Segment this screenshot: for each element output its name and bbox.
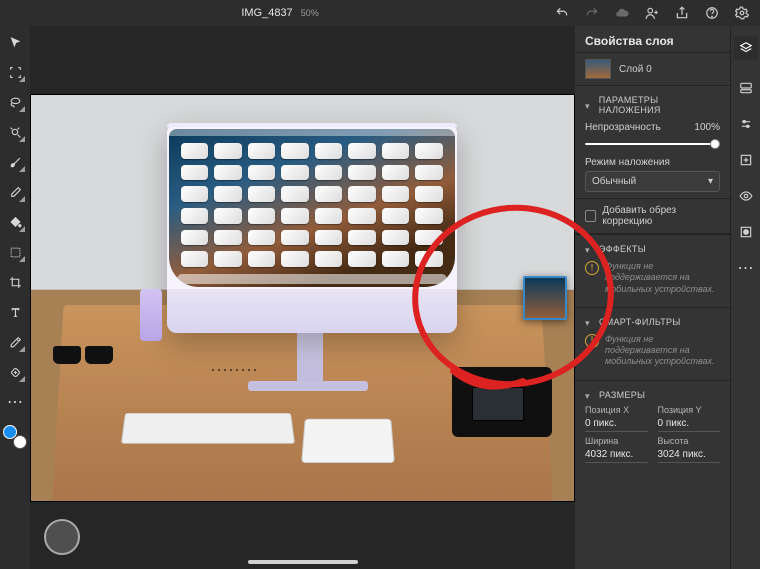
opacity-label: Непрозрачность bbox=[585, 122, 661, 133]
section-smart-header[interactable]: СМАРТ-ФИЛЬТРЫ bbox=[585, 314, 720, 330]
main-row: ⋯ bbox=[0, 26, 760, 569]
section-effects-header[interactable]: ЭФФЕКТЫ bbox=[585, 241, 720, 257]
blend-mode-select[interactable]: Обычный ▾ bbox=[585, 171, 720, 192]
document-zoom[interactable]: 50% bbox=[301, 8, 319, 18]
right-icon-strip: ⋯ bbox=[730, 26, 760, 569]
color-swatch[interactable] bbox=[6, 428, 24, 446]
type-tool[interactable] bbox=[7, 304, 23, 320]
opacity-value: 100% bbox=[694, 122, 720, 133]
chevron-down-icon bbox=[585, 101, 593, 109]
adjustments-icon[interactable] bbox=[738, 116, 754, 132]
help-icon[interactable] bbox=[702, 3, 722, 23]
eraser-tool[interactable] bbox=[7, 184, 23, 200]
layers-icon[interactable] bbox=[734, 36, 758, 60]
layer-properties-panel: Свойства слоя Слой 0 ПАРАМЕТРЫ НАЛОЖЕНИЯ… bbox=[575, 26, 730, 569]
warning-icon: ! bbox=[585, 261, 599, 275]
more-tools[interactable]: ⋯ bbox=[7, 394, 23, 410]
active-layer-row[interactable]: Слой 0 bbox=[575, 53, 730, 85]
spot-heal-tool[interactable] bbox=[7, 364, 23, 380]
opacity-row: Непрозрачность 100% bbox=[585, 122, 720, 133]
document-title: IMG_4837 bbox=[241, 7, 292, 19]
opacity-slider[interactable] bbox=[585, 137, 720, 151]
document-title-group: IMG_4837 50% bbox=[241, 7, 318, 19]
layer-thumbnail bbox=[585, 59, 611, 79]
undo-icon[interactable] bbox=[552, 3, 572, 23]
home-indicator[interactable] bbox=[248, 560, 358, 564]
tools-strip: ⋯ bbox=[0, 26, 30, 569]
clone-tool[interactable] bbox=[7, 244, 23, 260]
document-canvas[interactable] bbox=[30, 94, 575, 502]
visibility-icon[interactable] bbox=[738, 188, 754, 204]
settings-icon[interactable] bbox=[732, 3, 752, 23]
section-blend-header[interactable]: ПАРАМЕТРЫ НАЛОЖЕНИЯ bbox=[585, 92, 720, 118]
brush-tool[interactable] bbox=[7, 154, 23, 170]
warning-icon: ! bbox=[585, 334, 599, 348]
section-effects: ЭФФЕКТЫ ! Функция не поддерживается на м… bbox=[575, 234, 730, 307]
share-icon[interactable] bbox=[672, 3, 692, 23]
section-dimensions: РАЗМЕРЫ Позиция X 0 пикс. Позиция Y 0 пи… bbox=[575, 380, 730, 475]
crop-tool[interactable] bbox=[7, 274, 23, 290]
mask-icon[interactable] bbox=[738, 224, 754, 240]
height-field[interactable]: Высота 3024 пикс. bbox=[658, 436, 721, 463]
move-tool[interactable] bbox=[7, 34, 23, 50]
transform-tool[interactable] bbox=[7, 64, 23, 80]
layer-name: Слой 0 bbox=[619, 64, 652, 75]
checkbox-icon[interactable] bbox=[585, 210, 596, 222]
panel-title: Свойства слоя bbox=[575, 26, 730, 53]
invite-icon[interactable] bbox=[642, 3, 662, 23]
lasso-tool[interactable] bbox=[7, 94, 23, 110]
more-icon[interactable]: ⋯ bbox=[738, 260, 754, 276]
chevron-down-icon bbox=[585, 318, 593, 326]
canvas-area[interactable] bbox=[30, 26, 575, 569]
eyedropper-tool[interactable] bbox=[7, 334, 23, 350]
section-dimensions-header[interactable]: РАЗМЕРЫ bbox=[585, 387, 720, 403]
chevron-down-icon: ▾ bbox=[708, 176, 713, 187]
section-smart-filters: СМАРТ-ФИЛЬТРЫ ! Функция не поддерживаетс… bbox=[575, 307, 730, 380]
pos-y-field[interactable]: Позиция Y 0 пикс. bbox=[658, 405, 721, 432]
chevron-down-icon bbox=[585, 391, 593, 399]
effects-warning: ! Функция не поддерживается на мобильных… bbox=[585, 257, 720, 301]
app-top-bar: IMG_4837 50% bbox=[0, 0, 760, 26]
smart-warning: ! Функция не поддерживается на мобильных… bbox=[585, 330, 720, 374]
add-clip-correction-row[interactable]: Добавить обрез коррекцию bbox=[575, 198, 730, 234]
top-actions bbox=[552, 3, 752, 23]
cloud-icon[interactable] bbox=[612, 3, 632, 23]
quick-select-tool[interactable] bbox=[7, 124, 23, 140]
layer-floating-thumb[interactable] bbox=[523, 276, 567, 320]
section-blend-options: ПАРАМЕТРЫ НАЛОЖЕНИЯ Непрозрачность 100% … bbox=[575, 85, 730, 198]
comments-icon[interactable] bbox=[738, 80, 754, 96]
width-field[interactable]: Ширина 4032 пикс. bbox=[585, 436, 648, 463]
add-layer-icon[interactable] bbox=[738, 152, 754, 168]
blend-mode-label: Режим наложения bbox=[585, 157, 720, 168]
fill-tool[interactable] bbox=[7, 214, 23, 230]
chevron-down-icon bbox=[585, 245, 593, 253]
quicklook-button[interactable] bbox=[44, 519, 80, 555]
pos-x-field[interactable]: Позиция X 0 пикс. bbox=[585, 405, 648, 432]
redo-icon[interactable] bbox=[582, 3, 602, 23]
